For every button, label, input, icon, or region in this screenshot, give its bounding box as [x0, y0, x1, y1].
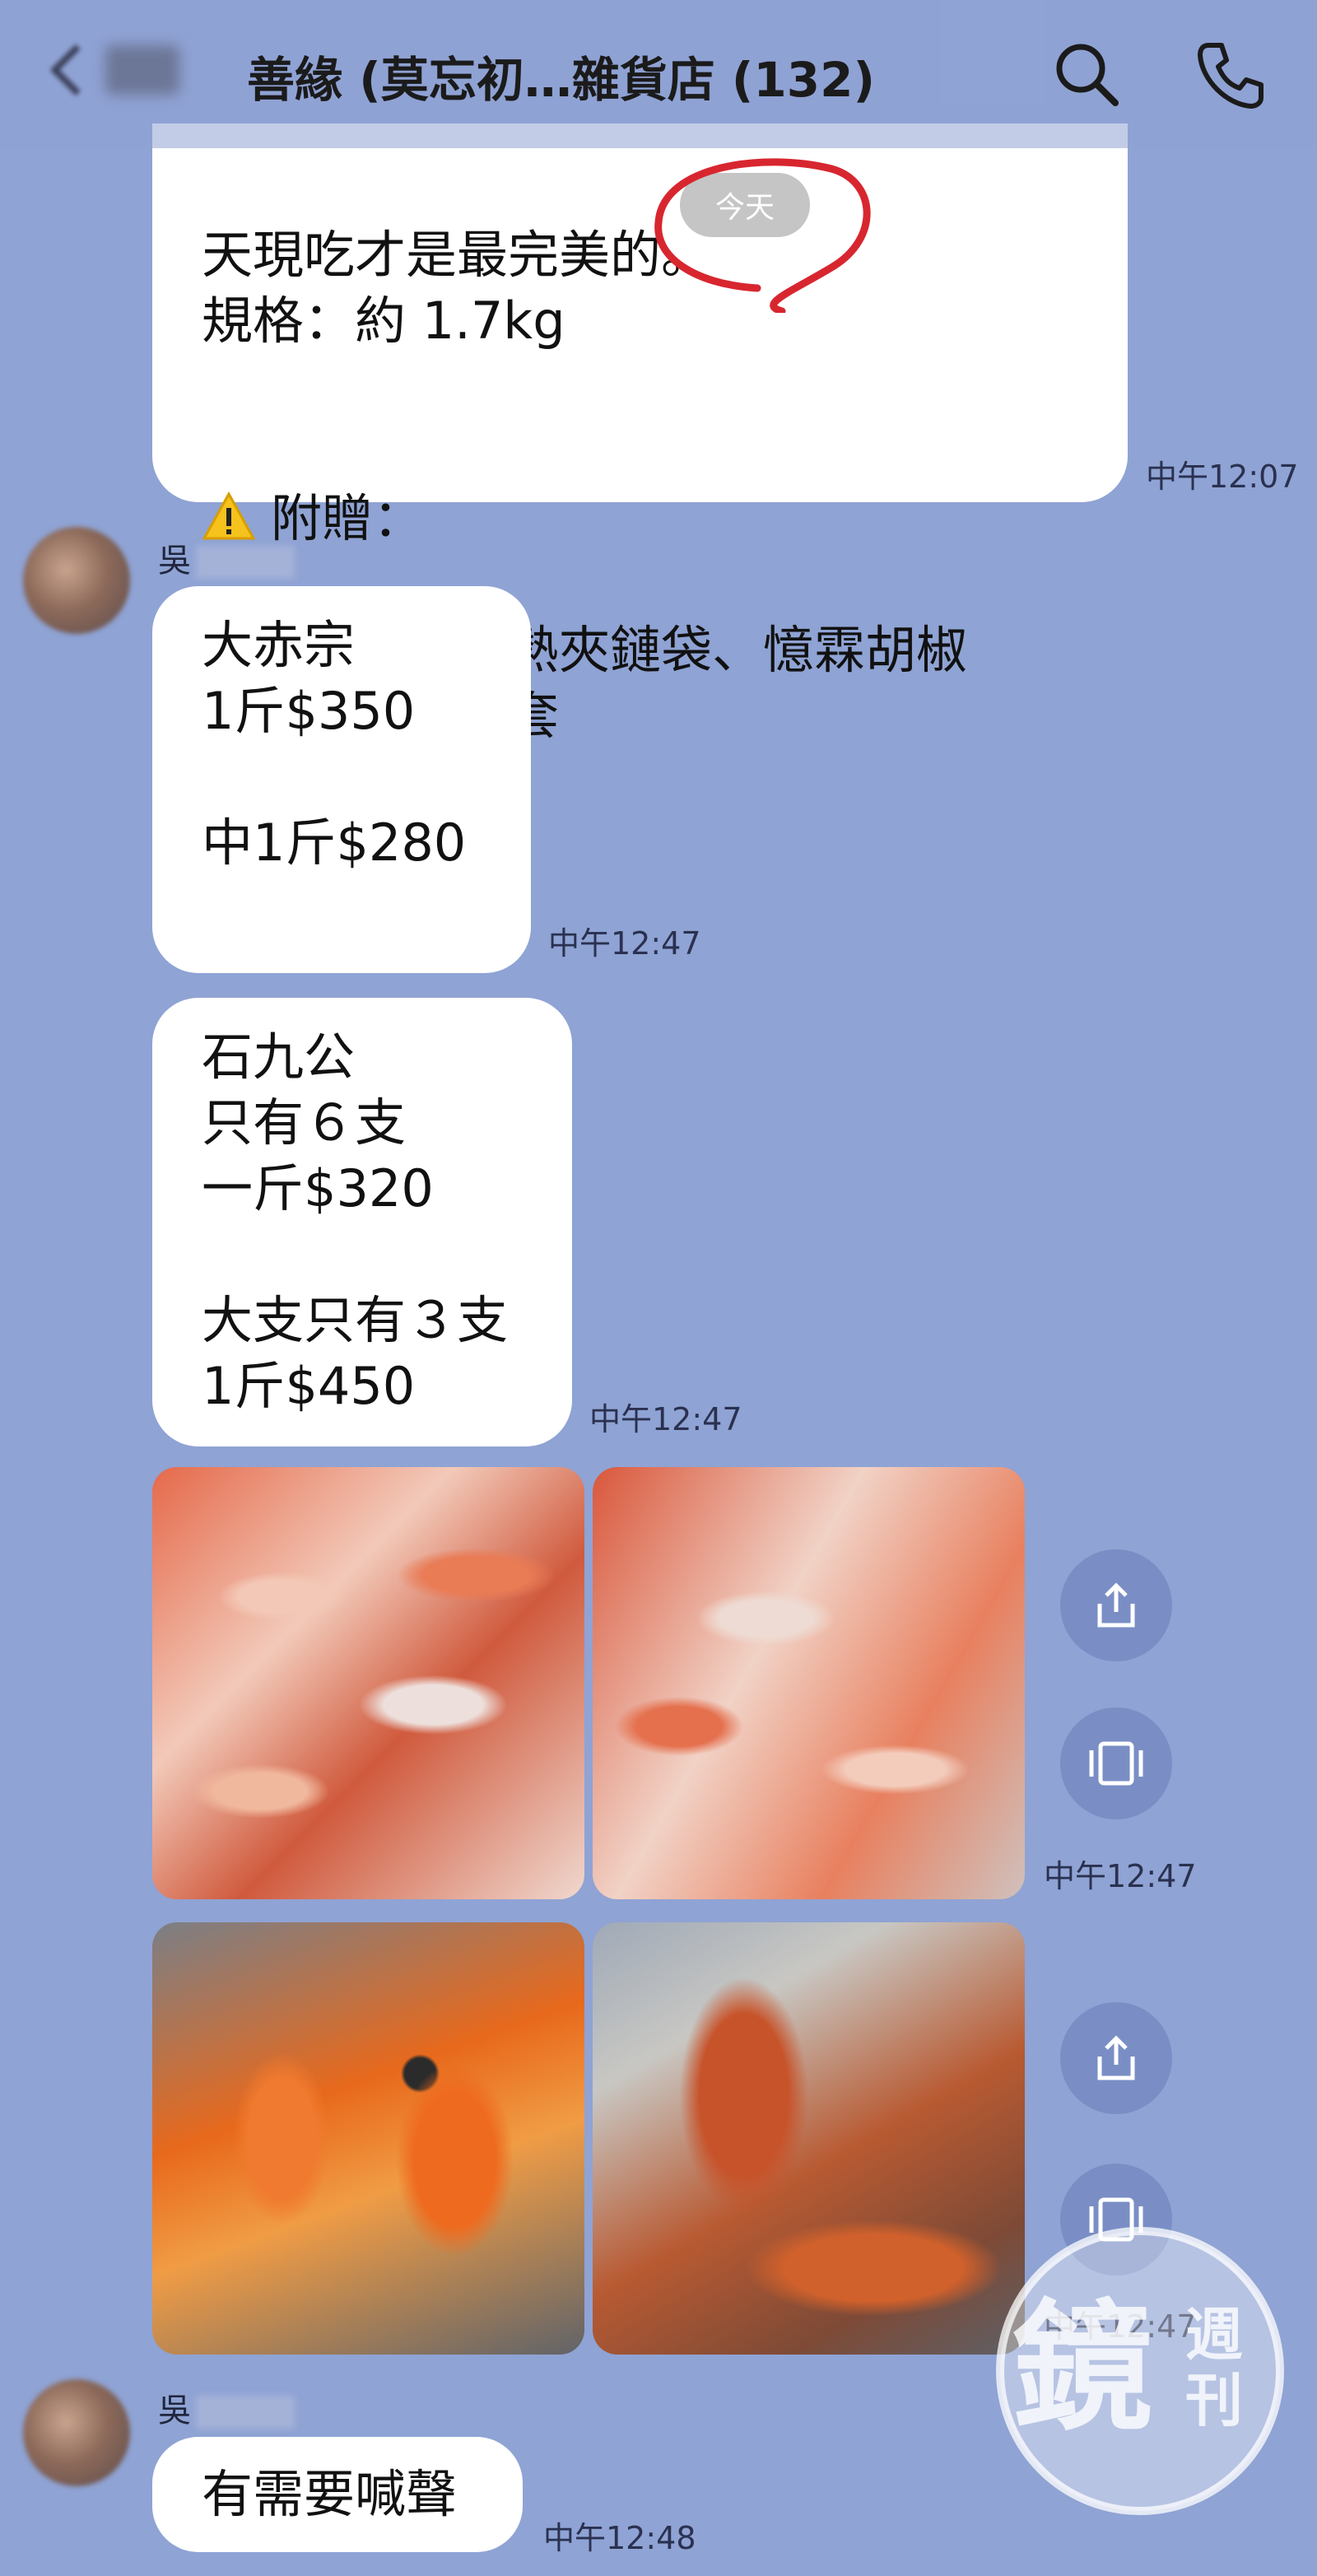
timestamp-m1: 中午12:07 [1146, 459, 1299, 495]
svg-text:週: 週 [1185, 2301, 1243, 2369]
unread-count-blurred [105, 45, 179, 95]
message-bubble-product-spec[interactable]: 天現吃才是最完美的。 規格：約 1.7kg 附贈： 手扒雞專用耐熱夾鏈袋、憶霖胡… [152, 123, 1128, 746]
album-icon [1089, 1741, 1143, 1786]
share-icon [1097, 1582, 1135, 1628]
sender-name-2: 吳 [158, 2383, 295, 2431]
photo-red-fish-2[interactable] [593, 1467, 1025, 1899]
svg-text:刊: 刊 [1185, 2367, 1243, 2434]
share-icon [1097, 2035, 1135, 2080]
sender-avatar[interactable] [23, 527, 130, 634]
watermark-logo: 鏡 週 刊 [996, 2227, 1284, 2515]
photo-scorpionfish-1[interactable] [152, 1922, 584, 2355]
red-annotation-circle [654, 158, 871, 313]
search-icon[interactable] [1049, 37, 1124, 111]
back-button[interactable] [49, 41, 189, 99]
timestamp-m4: 中午12:48 [543, 2520, 696, 2556]
album-view-button[interactable] [1060, 1707, 1172, 1819]
sender-name: 吳 [158, 533, 295, 581]
gift-label-line: 附贈： [202, 420, 1078, 552]
message-bubble-price-1[interactable]: 大赤宗 1斤$350 中1斤$280 [152, 586, 531, 973]
timestamp-m3: 中午12:47 [589, 1401, 742, 1437]
photo-red-fish-1[interactable] [152, 1467, 584, 1899]
message-text-spec: 天現吃才是最完美的。 規格：約 1.7kg [202, 225, 713, 351]
phone-icon[interactable] [1194, 37, 1268, 111]
timestamp-photos-1: 中午12:47 [1044, 1858, 1197, 1894]
chat-title: 善緣 (莫忘初…雜貨店 (132) [247, 52, 875, 108]
timestamp-m2: 中午12:47 [548, 925, 701, 962]
share-button[interactable] [1060, 1549, 1172, 1661]
sender-avatar-2[interactable] [23, 2379, 130, 2486]
chevron-left-icon [49, 44, 102, 96]
message-bubble-call-out[interactable]: 有需要喊聲 [152, 2437, 523, 2552]
share-button-2[interactable] [1060, 2002, 1172, 2114]
message-bubble-price-2[interactable]: 石九公 只有６支 一斤$320 大支只有３支 1斤$450 [152, 998, 572, 1446]
svg-text:鏡: 鏡 [1012, 2287, 1152, 2450]
photo-scorpionfish-2[interactable] [593, 1922, 1025, 2355]
